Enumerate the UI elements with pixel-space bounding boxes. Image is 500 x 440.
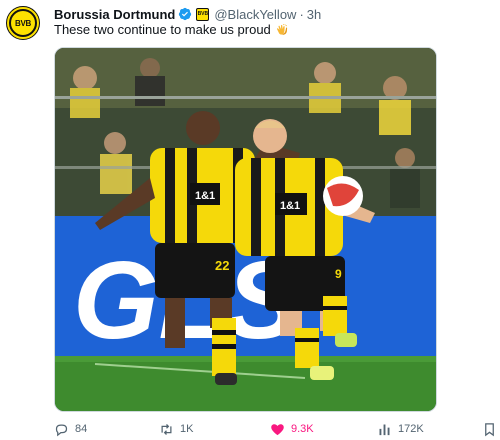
like-button[interactable]: 9.3K <box>270 419 314 439</box>
reply-count: 84 <box>75 423 88 435</box>
tweet-text-row: These two continue to make us proud <box>54 22 289 37</box>
affiliate-crest-icon: BVB <box>196 7 210 21</box>
clapping-hands-icon <box>276 23 287 35</box>
tweet-timestamp[interactable]: 3h <box>307 7 321 22</box>
sponsor-left: 1&1 <box>195 190 215 202</box>
verified-badge-icon <box>179 7 192 21</box>
tweet-text: These two continue to make us proud <box>54 22 271 37</box>
right-player-number: 9 <box>335 267 342 281</box>
retweet-count: 1K <box>180 423 194 435</box>
bookmark-button[interactable] <box>482 419 500 439</box>
tweet-photo[interactable]: GLS 1&1 22 1&1 9 <box>54 47 437 412</box>
like-count: 9.3K <box>291 423 314 435</box>
bvb-logo-icon: BVB <box>9 9 37 37</box>
photo-players-celebrating: GLS 1&1 22 1&1 9 <box>55 48 436 411</box>
views-button[interactable]: 172K <box>377 419 424 439</box>
author-avatar[interactable]: BVB <box>6 6 40 40</box>
avatar-text: BVB <box>15 18 31 28</box>
reply-icon <box>55 424 68 436</box>
tweet-header: Borussia Dortmund BVB @BlackYellow · 3h <box>54 5 321 23</box>
author-handle[interactable]: @BlackYellow <box>214 7 296 22</box>
tweet-actions-bar: 84 1K 9.3K 172K <box>54 419 500 439</box>
heart-filled-icon <box>271 423 284 435</box>
sponsor-right: 1&1 <box>280 200 300 212</box>
view-count: 172K <box>398 423 424 435</box>
reply-button[interactable]: 84 <box>54 419 87 439</box>
views-bar-chart-icon <box>379 424 390 435</box>
bookmark-icon <box>485 422 494 436</box>
author-name[interactable]: Borussia Dortmund <box>54 7 175 22</box>
retweet-icon <box>161 423 172 435</box>
retweet-button[interactable]: 1K <box>159 419 193 439</box>
left-player-number: 22 <box>215 258 229 273</box>
separator-dot: · <box>299 6 304 22</box>
